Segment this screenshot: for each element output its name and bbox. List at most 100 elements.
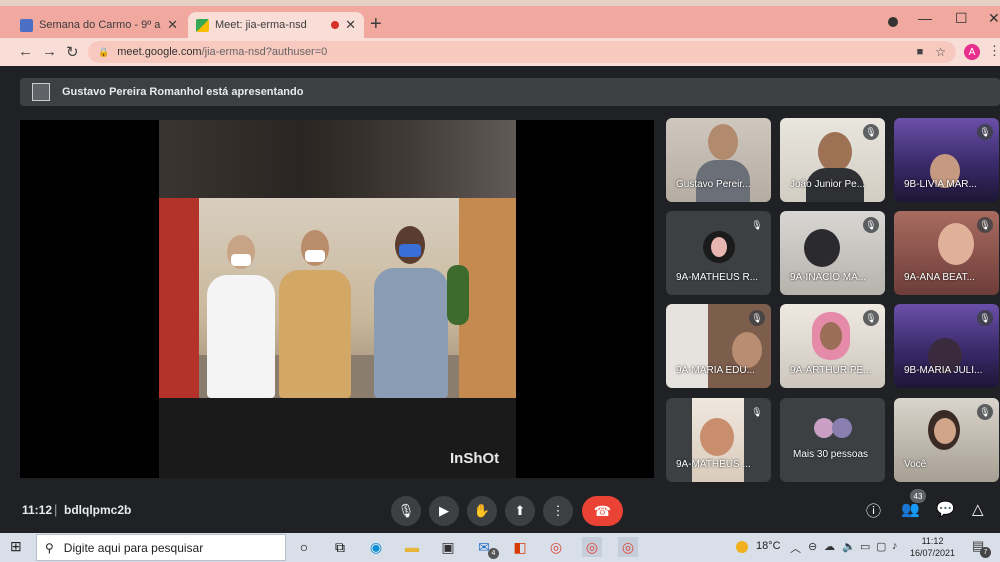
participant-tile[interactable]: 🎙 9B-LIVIA MAR... xyxy=(894,118,999,202)
more-options-button[interactable]: ⋮ xyxy=(543,496,573,526)
tab-search-icon[interactable] xyxy=(888,17,898,27)
chrome-icon[interactable]: ◎ xyxy=(546,537,566,557)
new-tab-button[interactable]: + xyxy=(370,13,382,36)
participant-tile[interactable]: 🎙 9A-MATHEUS R... xyxy=(666,211,771,295)
cortana-icon[interactable]: ○ xyxy=(294,537,314,557)
participant-name: Gustavo Pereir... xyxy=(676,179,751,190)
forward-arrow-icon[interactable]: → xyxy=(42,43,57,60)
back-arrow-icon[interactable]: ← xyxy=(18,43,33,60)
participant-tile[interactable]: 🎙 9A-ARTHUR PE... xyxy=(780,304,885,388)
presentation-video xyxy=(159,120,516,478)
participant-tile[interactable]: 🎙 9B-MARIA JULI... xyxy=(894,304,999,388)
person-yellow-jacket xyxy=(279,270,351,398)
participant-tile[interactable]: 🎙 9A-MARIA EDU... xyxy=(666,304,771,388)
participant-name: João Junior Pe... xyxy=(790,179,866,190)
hallway-left-wall xyxy=(159,198,199,398)
weather-sun-icon[interactable] xyxy=(736,541,748,553)
tab-semana-do-carmo[interactable]: Semana do Carmo - 9º ano EF A ✕ xyxy=(12,12,186,38)
address-bar[interactable]: 🔒 meet.google.com/jia-erma-nsd?authuser=… xyxy=(88,41,956,63)
participant-name: 9A-INÁCIO MA... xyxy=(790,272,867,283)
muted-mic-icon: 🎙 xyxy=(863,310,879,326)
chat-icon[interactable]: 💬 xyxy=(936,500,955,518)
participant-tile[interactable]: 🎙 9A-MATHEUS ... xyxy=(666,398,771,482)
camera-icon[interactable]: ■ xyxy=(917,46,924,58)
raise-hand-button[interactable]: ✋ xyxy=(467,496,497,526)
office-icon[interactable]: ◧ xyxy=(510,537,530,557)
activities-icon[interactable]: △ xyxy=(972,500,984,518)
browser-menu-icon[interactable]: ⋮ xyxy=(988,43,1000,59)
more-participants-tile[interactable]: Mais 30 pessoas xyxy=(780,398,885,482)
muted-mic-icon: 🎙 xyxy=(977,310,993,326)
end-call-icon: ☎ xyxy=(593,502,612,519)
participant-name: Você xyxy=(904,459,927,470)
inshot-watermark: InShOt xyxy=(450,450,500,467)
self-tile[interactable]: 🎙 Você xyxy=(894,398,999,482)
leave-call-button[interactable]: ☎ xyxy=(582,496,623,526)
network-icon[interactable]: ⊖ xyxy=(808,540,817,553)
hand-icon: ✋ xyxy=(473,503,491,518)
person-grey-sweater xyxy=(374,268,448,398)
camera-button[interactable]: ▶ xyxy=(429,496,459,526)
more-participants-label: Mais 30 pessoas xyxy=(793,449,869,460)
participant-avatar xyxy=(832,418,852,438)
chevron-up-icon[interactable]: ︿ xyxy=(790,540,801,556)
more-vert-icon: ⋮ xyxy=(551,503,565,518)
participant-avatar xyxy=(703,231,735,263)
file-explorer-icon[interactable]: ▬ xyxy=(402,537,422,557)
url-host: meet.google.com xyxy=(117,46,202,58)
chrome-profile-b-icon[interactable]: ◎ xyxy=(618,537,638,557)
reload-icon[interactable]: ↻ xyxy=(66,43,79,61)
minimize-button[interactable]: — xyxy=(918,10,932,26)
participant-face xyxy=(934,418,956,444)
participant-face xyxy=(938,223,974,265)
close-window-button[interactable]: ✕ xyxy=(988,10,1000,27)
meeting-details-icon[interactable]: ⓘ xyxy=(866,500,881,521)
search-icon: ⚲ xyxy=(45,540,54,555)
classroom-favicon-icon xyxy=(20,18,33,32)
muted-mic-icon: 🎙 xyxy=(863,124,879,140)
cloud-icon[interactable]: ☁ xyxy=(824,540,835,553)
participant-face xyxy=(820,322,842,350)
participant-tile[interactable]: 🎙 João Junior Pe... xyxy=(780,118,885,202)
tab-close-icon[interactable]: ✕ xyxy=(167,17,178,33)
weather-temperature[interactable]: 18°C xyxy=(756,540,781,552)
participant-name: 9A-MARIA EDU... xyxy=(676,365,755,376)
profile-avatar[interactable]: A xyxy=(964,44,980,60)
speaker-icon[interactable]: ♪ xyxy=(892,540,898,552)
mail-badge: 4 xyxy=(488,548,499,559)
people-count-badge: 43 xyxy=(910,489,926,503)
chrome-profile-a-icon[interactable]: ◎ xyxy=(582,537,602,557)
muted-mic-icon: 🎙 xyxy=(863,217,879,233)
participant-tile[interactable]: 🎙 9A-INÁCIO MA... xyxy=(780,211,885,295)
edge-icon[interactable]: ◉ xyxy=(366,537,386,557)
separator: | xyxy=(54,502,58,517)
store-icon[interactable]: ▣ xyxy=(438,537,458,557)
bookmark-star-icon[interactable]: ☆ xyxy=(935,45,946,59)
participant-face xyxy=(708,124,738,160)
windows-start-icon[interactable]: ⊞ xyxy=(10,538,22,555)
presenting-text: Gustavo Pereira Romanhol está apresentan… xyxy=(62,86,304,98)
muted-mic-icon: 🎙 xyxy=(977,404,993,420)
battery-icon[interactable]: ▭ xyxy=(860,540,870,553)
participant-face xyxy=(732,332,762,368)
tab-meet[interactable]: Meet: jia-erma-nsd ✕ xyxy=(188,12,364,38)
taskbar-clock[interactable]: 11:12 16/07/2021 xyxy=(910,535,955,559)
volume-icon[interactable]: 🔈 xyxy=(842,540,856,553)
face-mask xyxy=(231,254,251,266)
meet-favicon-icon xyxy=(196,18,209,32)
task-view-icon[interactable]: ⧉ xyxy=(330,537,350,557)
present-screen-icon: ⬆ xyxy=(514,503,526,518)
muted-mic-icon: 🎙 xyxy=(977,217,993,233)
participant-tile[interactable]: Gustavo Pereir... xyxy=(666,118,771,202)
participant-face xyxy=(818,132,852,172)
participant-tile[interactable]: 🎙 9A-ANA BEAT... xyxy=(894,211,999,295)
taskbar-search-box[interactable]: ⚲ Digite aqui para pesquisar xyxy=(36,534,286,561)
participant-name: 9A-ANA BEAT... xyxy=(904,272,975,283)
tab-close-icon[interactable]: ✕ xyxy=(345,17,356,33)
display-icon[interactable]: ▢ xyxy=(876,540,886,553)
presenter-thumbnail-icon xyxy=(32,83,50,101)
maximize-button[interactable]: ☐ xyxy=(955,10,968,27)
video-blur-top xyxy=(159,120,516,198)
microphone-button[interactable]: 🎙 xyxy=(391,496,421,526)
present-button[interactable]: ⬆ xyxy=(505,496,535,526)
